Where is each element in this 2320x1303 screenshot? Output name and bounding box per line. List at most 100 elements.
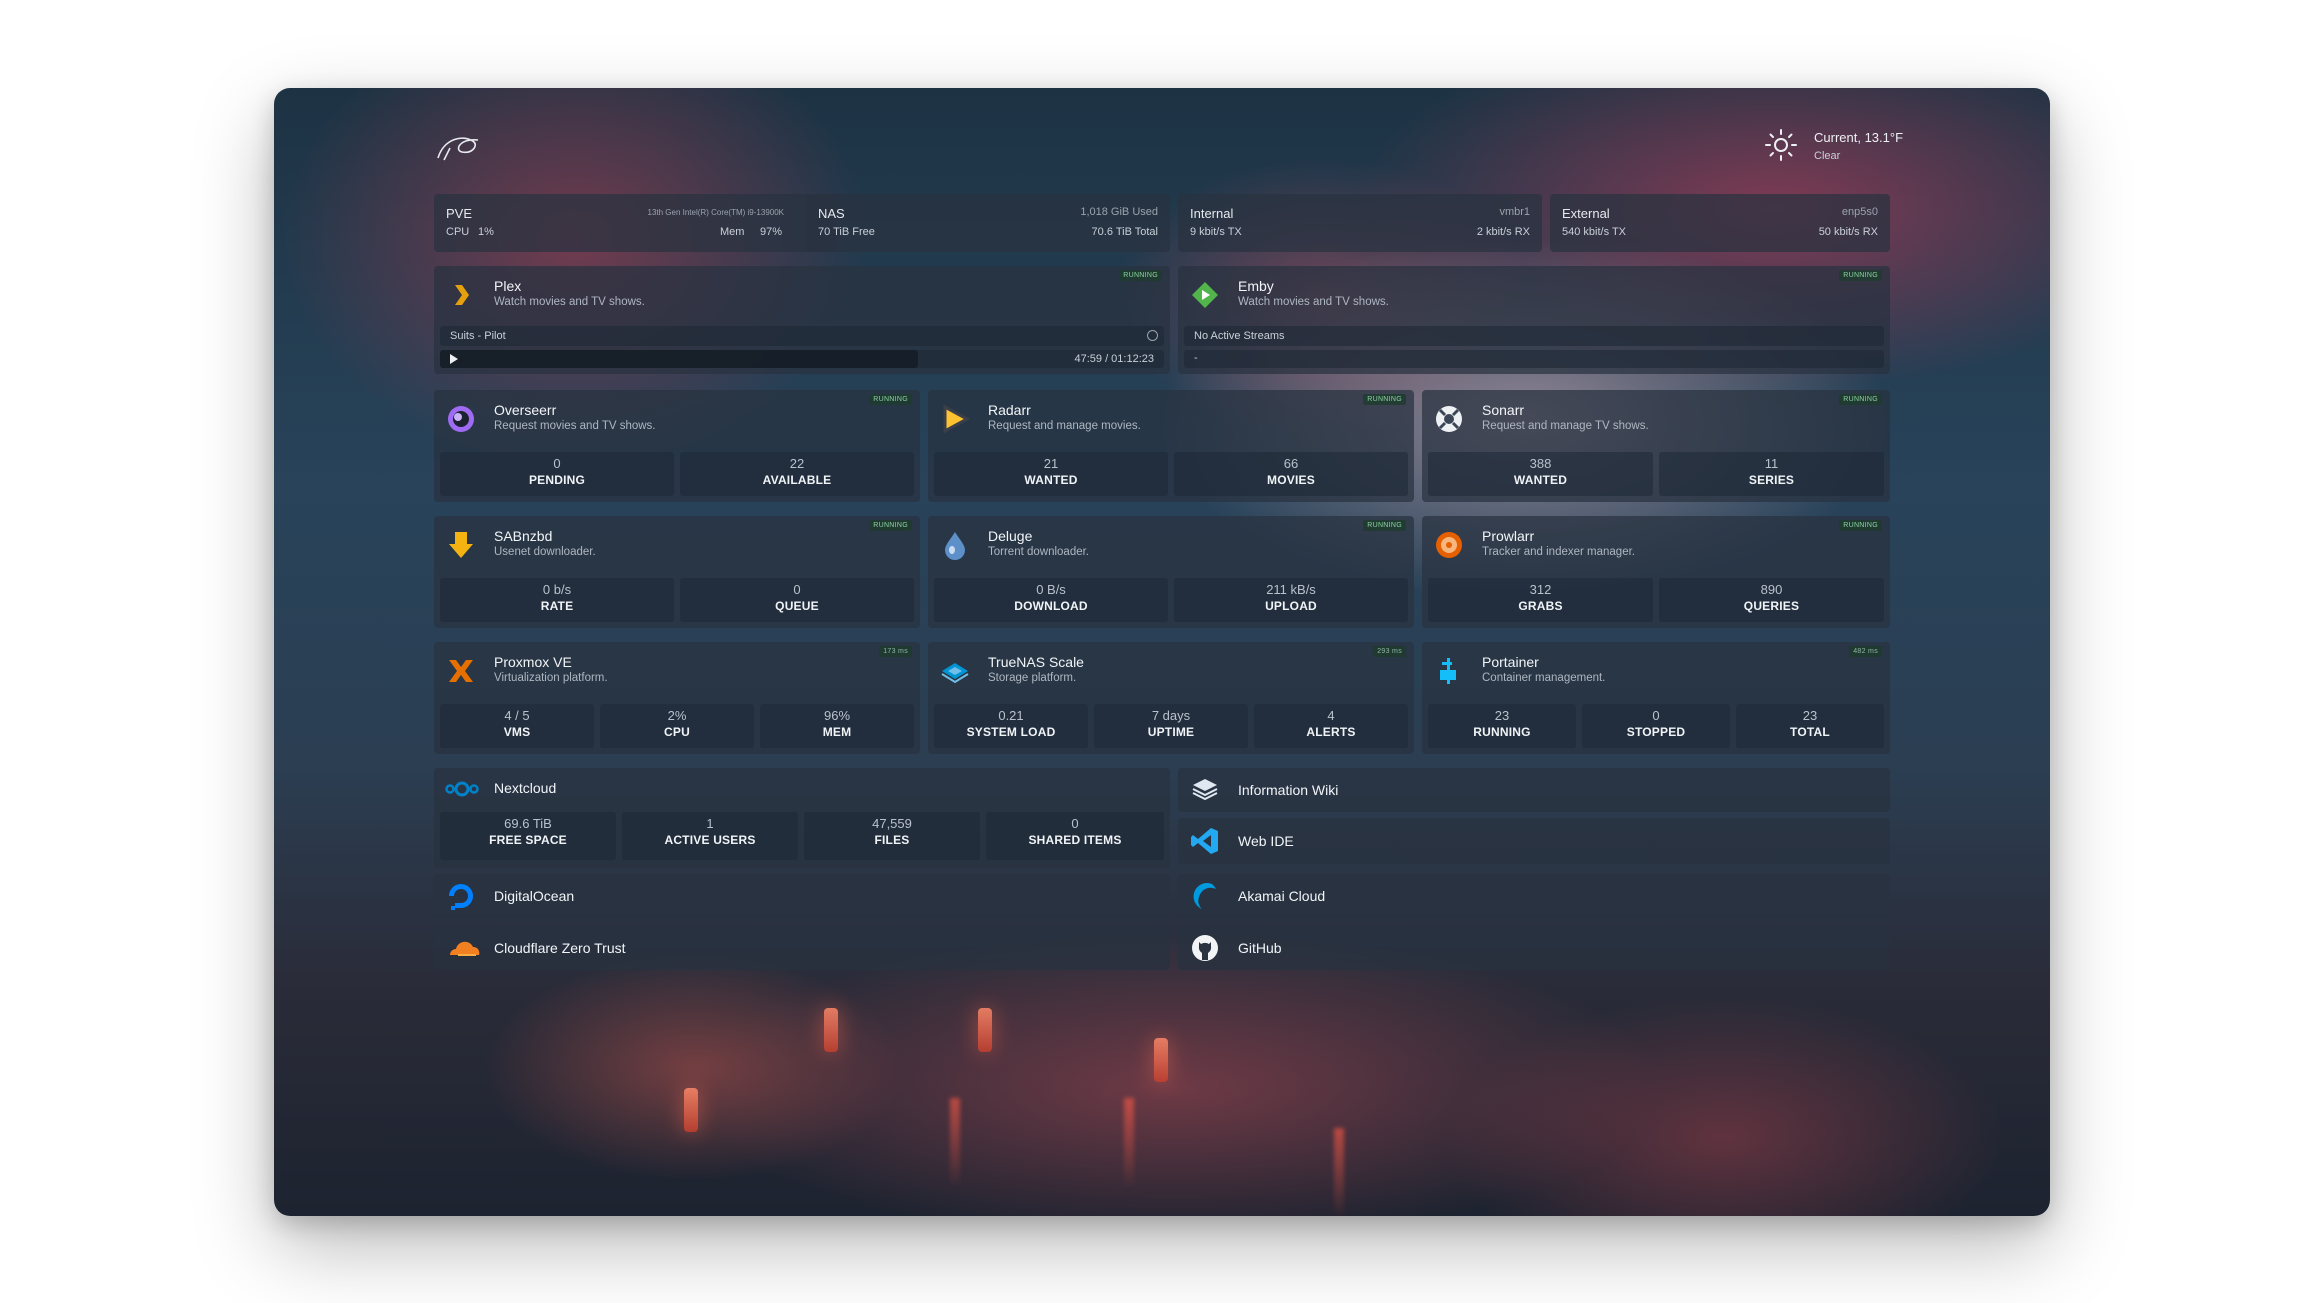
service-card-plex[interactable]: Plex Watch movies and TV shows. RUNNING … xyxy=(434,266,1170,374)
service-description: Request and manage movies. xyxy=(988,420,1141,432)
service-description: Request and manage TV shows. xyxy=(1482,420,1649,432)
service-card-emby[interactable]: Emby Watch movies and TV shows. RUNNING … xyxy=(1178,266,1890,374)
service-name: Emby xyxy=(1238,278,1274,294)
stream-row[interactable]: Suits - Pilot xyxy=(440,326,1164,346)
service-description: Storage platform. xyxy=(988,672,1077,684)
stat-download: 0 B/s DOWNLOAD xyxy=(934,578,1168,622)
stream-placeholder-row: - xyxy=(1184,350,1884,368)
resource-title: External xyxy=(1562,206,1610,221)
service-description: Tracker and indexer manager. xyxy=(1482,546,1635,558)
resource-rx: 50 kbit/s RX xyxy=(1818,226,1878,238)
vscode-icon xyxy=(1191,828,1218,854)
bookmark-information-wiki[interactable]: Information Wiki xyxy=(1178,768,1890,812)
stat-available: 22 AVAILABLE xyxy=(680,452,914,496)
service-card-truenas[interactable]: TrueNAS Scale Storage platform. 293 ms 0… xyxy=(928,642,1414,754)
digitalocean-icon xyxy=(449,884,473,910)
background-reflection xyxy=(1124,1098,1134,1188)
resource-interface: enp5s0 xyxy=(1841,206,1878,218)
stream-placeholder: - xyxy=(1194,352,1198,364)
service-card-sonarr[interactable]: Sonarr Request and manage TV shows. RUNN… xyxy=(1422,390,1890,502)
no-streams-text: No Active Streams xyxy=(1194,330,1285,342)
status-badge: RUNNING xyxy=(869,394,912,405)
play-icon[interactable] xyxy=(450,354,458,364)
stat-total: 23 TOTAL xyxy=(1736,704,1884,748)
stat-queue: 0 QUEUE xyxy=(680,578,914,622)
resource-interface: vmbr1 xyxy=(1499,206,1530,218)
sabnzbd-icon xyxy=(449,532,473,558)
portainer-icon xyxy=(1440,658,1456,684)
resource-card-pve[interactable]: PVE 13th Gen Intel(R) Core(TM) i9-13900K… xyxy=(434,194,836,252)
service-description: Usenet downloader. xyxy=(494,546,596,558)
stat-active-users: 1 ACTIVE USERS xyxy=(622,812,798,860)
stream-title: Suits - Pilot xyxy=(450,330,506,342)
weather-current: Current, 13.1°F xyxy=(1814,130,1904,145)
service-name: Prowlarr xyxy=(1482,528,1535,544)
service-card-deluge[interactable]: Deluge Torrent downloader. RUNNING 0 B/s… xyxy=(928,516,1414,628)
stat-vms: 4 / 5 VMS xyxy=(440,704,594,748)
emby-icon xyxy=(1192,282,1218,308)
service-name: SABnzbd xyxy=(494,528,553,544)
bookmark-cloudflare[interactable]: Cloudflare Zero Trust xyxy=(434,926,1170,970)
service-card-overseerr[interactable]: Overseerr Request movies and TV shows. R… xyxy=(434,390,920,502)
resource-used: 1,018 GiB Used xyxy=(1080,206,1158,218)
service-card-portainer[interactable]: Portainer Container management. 482 ms 2… xyxy=(1422,642,1890,754)
stat-cpu: 2% CPU xyxy=(600,704,754,748)
stream-progress-track[interactable]: 47:59 / 01:12:23 xyxy=(440,350,1164,368)
resource-rx: 2 kbit/s RX xyxy=(1476,226,1530,238)
mem-label: Mem xyxy=(720,226,745,238)
status-badge: RUNNING xyxy=(1363,520,1406,531)
resource-tx: 540 kbit/s TX xyxy=(1562,226,1626,238)
logo-signature-icon[interactable] xyxy=(434,128,484,168)
proxmox-icon xyxy=(449,660,473,682)
service-card-radarr[interactable]: Radarr Request and manage movies. RUNNIN… xyxy=(928,390,1414,502)
service-name: Deluge xyxy=(988,528,1033,544)
bookmark-label: Cloudflare Zero Trust xyxy=(494,940,626,956)
bookmark-akamai-cloud[interactable]: Akamai Cloud xyxy=(1178,874,1890,918)
bookmark-web-ide[interactable]: Web IDE xyxy=(1178,818,1890,864)
service-description: Container management. xyxy=(1482,672,1606,684)
bookmark-github[interactable]: GitHub xyxy=(1178,926,1890,970)
service-name: Radarr xyxy=(988,402,1031,418)
background-lamp xyxy=(978,1008,992,1052)
weather-condition: Clear xyxy=(1814,150,1841,162)
service-name: Plex xyxy=(494,278,522,294)
resource-total: 70.6 TiB Total xyxy=(1091,226,1158,238)
akamai-icon xyxy=(1193,883,1216,909)
stat-rate: 0 b/s RATE xyxy=(440,578,674,622)
resource-title: Internal xyxy=(1190,206,1234,221)
resource-title: PVE xyxy=(446,206,473,221)
bookmark-digitalocean[interactable]: DigitalOcean xyxy=(434,874,1170,918)
stat-uptime: 7 days UPTIME xyxy=(1094,704,1248,748)
status-badge: RUNNING xyxy=(1839,520,1882,531)
resource-card-nas[interactable]: NAS 70 TiB Free 1,018 GiB Used 70.6 TiB … xyxy=(806,194,1170,252)
overseerr-icon xyxy=(448,406,474,432)
service-description: Virtualization platform. xyxy=(494,672,608,684)
stream-row: No Active Streams xyxy=(1184,326,1884,346)
stat-system-load: 0.21 SYSTEM LOAD xyxy=(934,704,1088,748)
stat-mem: 96% MEM xyxy=(760,704,914,748)
resource-card-external[interactable]: External 540 kbit/s TX enp5s0 50 kbit/s … xyxy=(1550,194,1890,252)
plex-icon xyxy=(455,285,469,305)
status-badge: RUNNING xyxy=(869,520,912,531)
service-card-sabnzbd[interactable]: SABnzbd Usenet downloader. RUNNING 0 b/s… xyxy=(434,516,920,628)
resource-card-internal[interactable]: Internal 9 kbit/s TX vmbr1 2 kbit/s RX xyxy=(1178,194,1542,252)
service-card-prowlarr[interactable]: Prowlarr Tracker and indexer manager. RU… xyxy=(1422,516,1890,628)
service-card-proxmox[interactable]: Proxmox VE Virtualization platform. 173 … xyxy=(434,642,920,754)
sun-icon xyxy=(1765,129,1797,161)
stream-time: 47:59 / 01:12:23 xyxy=(1074,353,1154,365)
service-card-nextcloud[interactable]: Nextcloud 69.6 TiB FREE SPACE 1 ACTIVE USE… xyxy=(434,768,1170,868)
info-icon[interactable] xyxy=(1147,330,1158,341)
radarr-icon xyxy=(943,404,970,434)
stat-pending: 0 PENDING xyxy=(440,452,674,496)
github-icon xyxy=(1192,935,1218,961)
service-description: Request movies and TV shows. xyxy=(494,420,656,432)
cpu-value: 1% xyxy=(478,226,494,238)
cpu-label: CPU xyxy=(446,226,470,238)
wiki-book-icon xyxy=(1192,779,1218,801)
background-reflection xyxy=(1334,1128,1344,1216)
bookmark-label: DigitalOcean xyxy=(494,888,575,904)
service-name: TrueNAS Scale xyxy=(988,654,1084,670)
resource-cpu-model: 13th Gen Intel(R) Core(TM) i9-13900K xyxy=(647,208,785,217)
resource-free: 70 TiB Free xyxy=(818,226,875,238)
stat-movies: 66 MOVIES xyxy=(1174,452,1408,496)
